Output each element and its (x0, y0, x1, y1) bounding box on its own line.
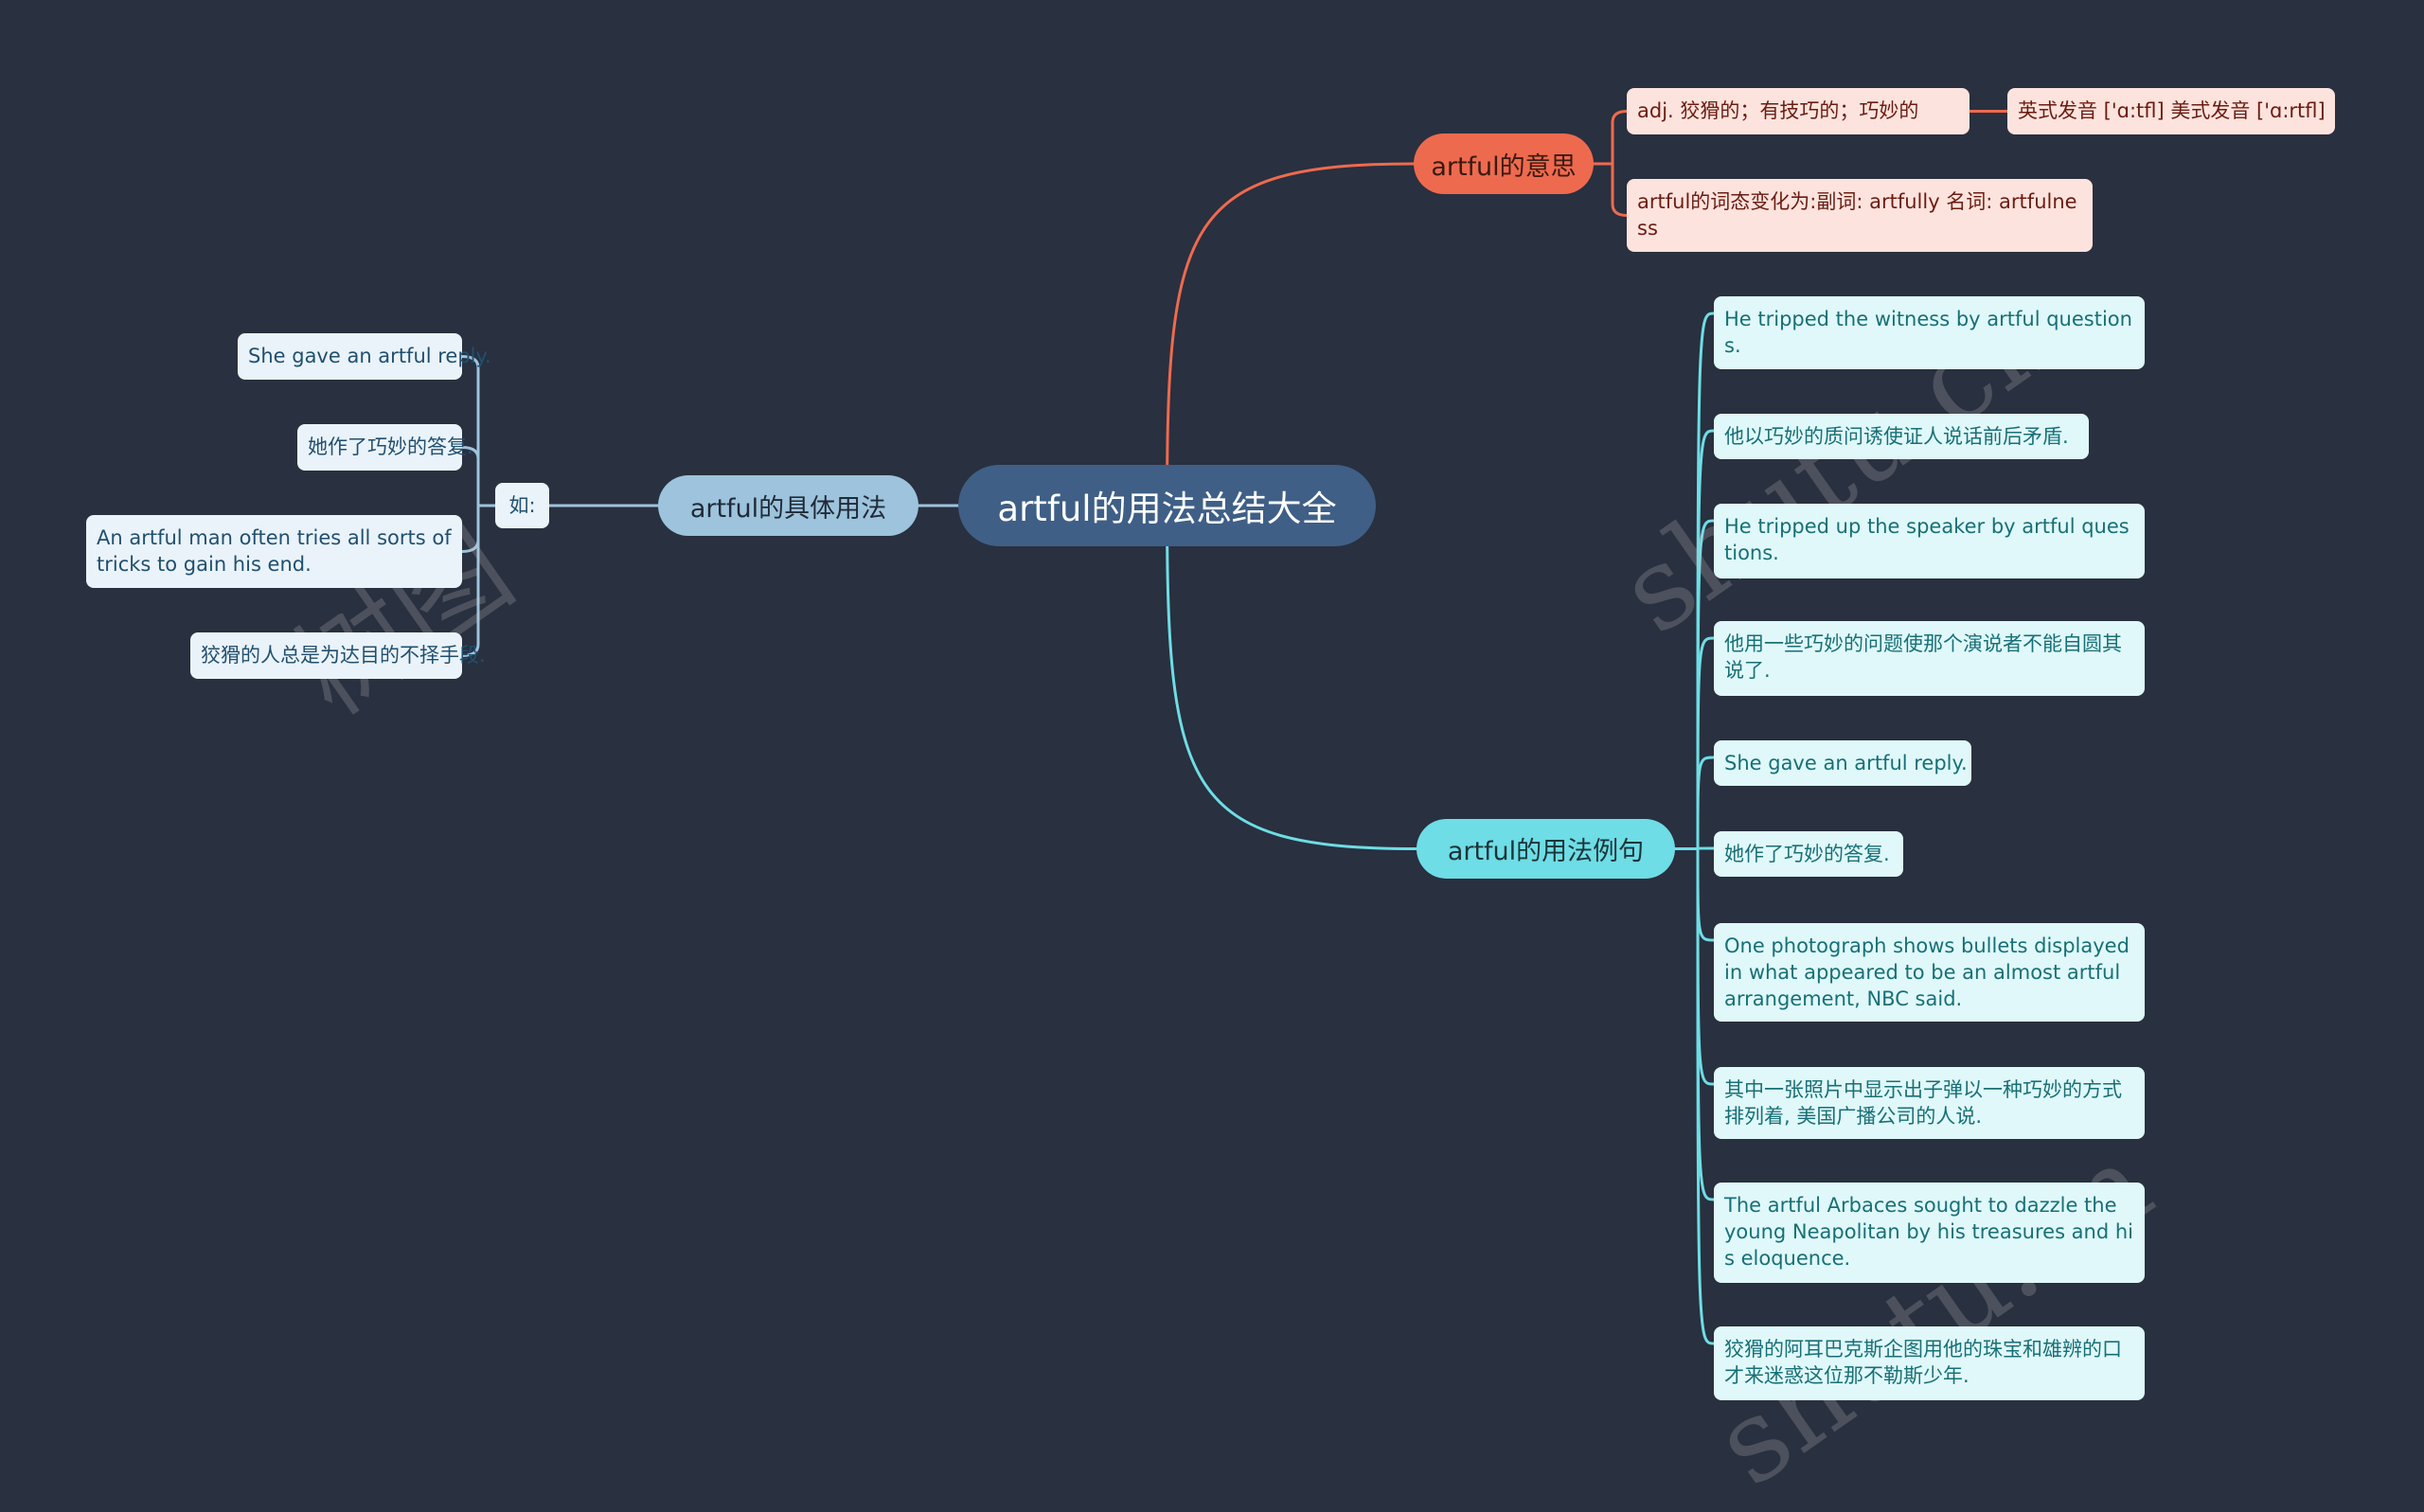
usage-connector[interactable]: 如: (495, 483, 549, 528)
example-translation[interactable]: 他用一些巧妙的问题使那个演说者不能自圆其说了. (1714, 621, 2145, 696)
example-sentence[interactable]: The artful Arbaces sought to dazzle the … (1714, 1183, 2145, 1283)
meaning-pronunciation[interactable]: 英式发音 ['ɑ:tfl] 美式发音 ['ɑ:rtfl] (2007, 88, 2335, 134)
usage-example[interactable]: 狡猾的人总是为达目的不择手段. (190, 632, 486, 679)
example-sentence[interactable]: One photograph shows bullets displayed i… (1714, 923, 2145, 1022)
link-meaning-child (1611, 110, 1629, 166)
example-translation[interactable]: 其中一张照片中显示出子弹以一种巧妙的方式排列着, 美国广播公司的人说. (1714, 1067, 2145, 1139)
topic-usage[interactable]: artful的具体用法 (658, 475, 918, 536)
link-example-child (1696, 847, 1716, 1086)
example-translation[interactable]: 她作了巧妙的答复. (1714, 831, 1903, 877)
link-usage-child (460, 504, 480, 657)
root-topic[interactable]: artful的用法总结大全 (958, 465, 1376, 546)
meaning-word-forms[interactable]: artful的词态变化为:副词: artfully 名词: artfulness (1627, 179, 2093, 252)
link-example-child (1696, 847, 1716, 1201)
link-example-child (1696, 846, 1716, 850)
example-sentence[interactable]: She gave an artful reply. (1714, 740, 1971, 786)
example-translation[interactable]: 他以巧妙的质问诱使证人说话前后矛盾. (1714, 414, 2089, 459)
link-root-meaning (1166, 162, 1416, 507)
link-meaning-child (1611, 162, 1629, 217)
example-sentence[interactable]: He tripped up the speaker by artful ques… (1714, 504, 2145, 578)
example-translation[interactable]: 狡猾的阿耳巴克斯企图用他的珠宝和雄辨的口才来迷惑这位那不勒斯少年. (1714, 1326, 2145, 1400)
usage-example[interactable]: 她作了巧妙的答复. (297, 424, 473, 471)
link-usage-child (460, 355, 480, 507)
usage-example[interactable]: She gave an artful reply. (238, 333, 491, 380)
topic-meaning[interactable]: artful的意思 (1414, 133, 1594, 194)
link-example-child (1696, 847, 1716, 942)
link-example-child (1696, 756, 1716, 850)
example-sentence[interactable]: He tripped the witness by artful questio… (1714, 296, 2145, 369)
link-root-examples (1166, 504, 1418, 850)
link-usage-child (460, 504, 480, 553)
topic-examples[interactable]: artful的用法例句 (1417, 819, 1675, 879)
link-example-child (1696, 636, 1716, 850)
usage-example[interactable]: An artful man often tries all sorts of t… (86, 515, 462, 588)
meaning-definition[interactable]: adj. 狡猾的；有技巧的；巧妙的 (1627, 88, 1970, 134)
